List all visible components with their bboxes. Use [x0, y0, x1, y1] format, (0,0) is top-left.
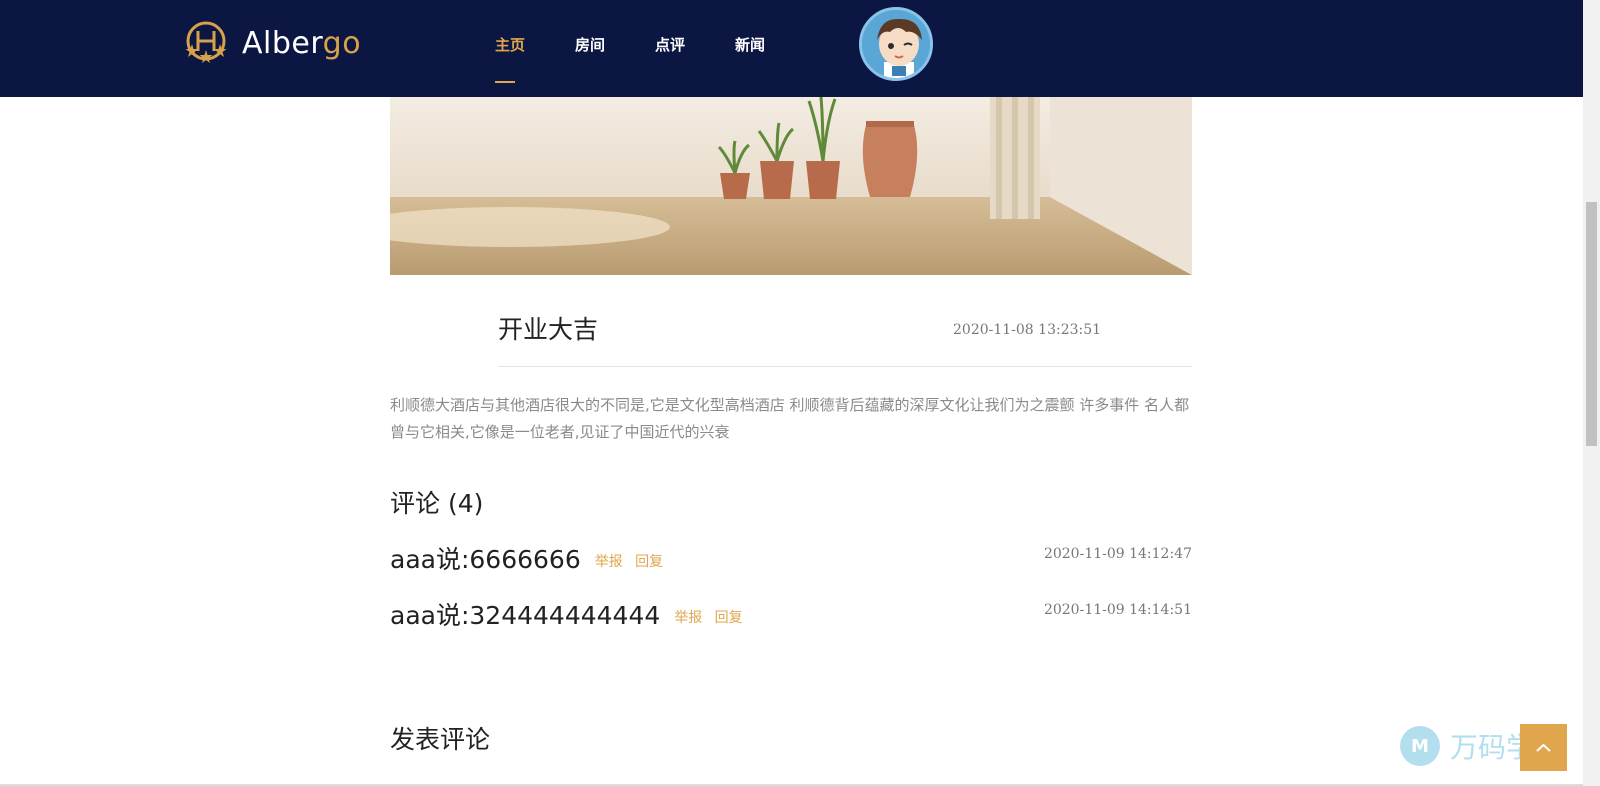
comment-date: 2020-11-09 14:14:51 — [1043, 602, 1192, 618]
comment-text-row: aaa说:6666666 举报 回复 — [390, 540, 671, 576]
report-link[interactable]: 举报 — [595, 554, 623, 570]
nav-item-news[interactable]: 新闻 — [735, 34, 815, 55]
report-link[interactable]: 举报 — [674, 610, 702, 626]
watermark-logo: M — [1400, 726, 1440, 766]
divider — [498, 366, 1192, 367]
comment-actions: 举报 回复 — [674, 607, 750, 627]
article-banner-image — [390, 97, 1192, 275]
comment-text: aaa说:6666666 — [390, 545, 581, 574]
top-navbar: Albergo 主页 房间 点评 新闻 — [0, 0, 1583, 97]
scrollbar-thumb[interactable] — [1586, 202, 1597, 446]
comment-text-row: aaa说:324444444444 举报 回复 — [390, 596, 751, 632]
article-title: 开业大吉 — [498, 315, 599, 344]
article-date: 2020-11-08 13:23:51 — [953, 322, 1102, 338]
brand-logo[interactable]: Albergo — [180, 18, 361, 68]
comment-date: 2020-11-09 14:12:47 — [1043, 546, 1192, 562]
brand-name: Albergo — [242, 25, 362, 61]
nav-item-home[interactable]: 主页 — [495, 34, 575, 83]
user-avatar[interactable] — [859, 7, 933, 81]
comments-heading: 评论 (4) — [390, 489, 484, 518]
hotel-logo-icon — [185, 21, 227, 63]
chevron-up-icon — [1536, 743, 1551, 752]
nav-item-rooms[interactable]: 房间 — [575, 34, 655, 55]
post-comment-heading: 发表评论 — [390, 725, 491, 754]
back-to-top-button[interactable] — [1520, 724, 1567, 771]
comment-item: aaa说:6666666 举报 回复 2020-11-09 14:12:47 — [390, 540, 1192, 574]
article-body: 利顺德大酒店与其他酒店很大的不同是,它是文化型高档酒店 利顺德背后蕴藏的深厚文化… — [390, 396, 1190, 441]
comment-item: aaa说:324444444444 举报 回复 2020-11-09 14:14… — [390, 596, 1192, 630]
reply-link[interactable]: 回复 — [715, 610, 743, 626]
main-nav: 主页 房间 点评 新闻 — [495, 34, 815, 83]
page-scrollbar[interactable] — [1583, 0, 1600, 786]
reply-link[interactable]: 回复 — [635, 554, 663, 570]
nav-item-reviews[interactable]: 点评 — [655, 34, 735, 55]
comment-text: aaa说:324444444444 — [390, 601, 661, 630]
comment-actions: 举报 回复 — [595, 551, 671, 571]
cartoon-avatar-icon — [862, 10, 930, 78]
